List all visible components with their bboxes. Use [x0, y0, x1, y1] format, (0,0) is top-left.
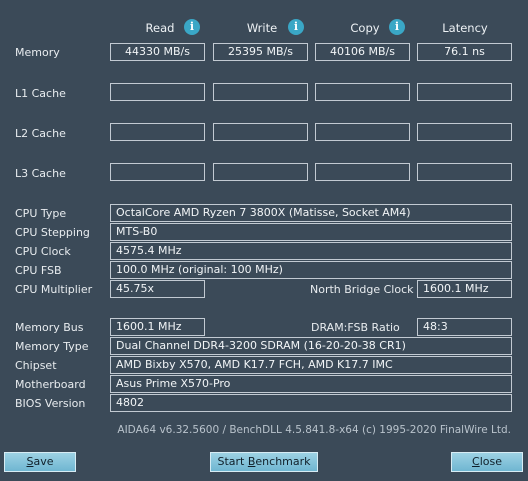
l2-latency-value	[417, 123, 512, 141]
start-label-pre: Start	[217, 455, 248, 468]
close-label-rest: lose	[479, 455, 502, 468]
memory-read-value: 44330 MB/s	[110, 43, 205, 61]
l1-read-value	[110, 83, 205, 101]
l3-write-value	[213, 163, 308, 181]
cpu-multiplier-value: 45.75x	[110, 280, 205, 298]
read-info-icon[interactable]: i	[184, 19, 200, 35]
close-accel: C	[472, 455, 480, 468]
l3-cache-label: L3 Cache	[15, 167, 66, 180]
cpu-type-label: CPU Type	[15, 207, 67, 220]
cpu-stepping-label: CPU Stepping	[15, 226, 90, 239]
l3-read-value	[110, 163, 205, 181]
save-button[interactable]: Save	[4, 452, 76, 472]
cpu-fsb-value: 100.0 MHz (original: 100 MHz)	[110, 261, 512, 279]
copy-header: Copy	[350, 21, 380, 35]
l2-cache-label: L2 Cache	[15, 127, 66, 140]
north-bridge-clock-value: 1600.1 MHz	[417, 280, 512, 298]
l1-cache-label: L1 Cache	[15, 87, 66, 100]
latency-header: Latency	[442, 21, 488, 35]
bios-version-value: 4802	[110, 394, 512, 412]
start-benchmark-button[interactable]: Start Benchmark	[210, 452, 318, 472]
l2-write-value	[213, 123, 308, 141]
close-button[interactable]: Close	[451, 452, 523, 472]
l1-write-value	[213, 83, 308, 101]
dram-fsb-ratio-value: 48:3	[417, 318, 512, 336]
cpu-clock-label: CPU Clock	[15, 245, 71, 258]
l3-copy-value	[315, 163, 410, 181]
l2-copy-value	[315, 123, 410, 141]
l3-latency-value	[417, 163, 512, 181]
memory-label: Memory	[15, 46, 60, 59]
chipset-label: Chipset	[15, 359, 57, 372]
save-label-rest: ave	[33, 455, 54, 468]
l1-copy-value	[315, 83, 410, 101]
memory-latency-value: 76.1 ns	[417, 43, 512, 61]
l1-latency-value	[417, 83, 512, 101]
motherboard-label: Motherboard	[15, 378, 86, 391]
cpu-stepping-value: MTS-B0	[110, 223, 512, 241]
memory-bus-value: 1600.1 MHz	[110, 318, 205, 336]
north-bridge-clock-label: North Bridge Clock	[310, 283, 414, 296]
memory-copy-value: 40106 MB/s	[315, 43, 410, 61]
chipset-value: AMD Bixby X570, AMD K17.7 FCH, AMD K17.7…	[110, 356, 512, 374]
start-label-post: enchmark	[255, 455, 311, 468]
memory-bus-label: Memory Bus	[15, 321, 84, 334]
write-info-icon[interactable]: i	[288, 19, 304, 35]
cpu-fsb-label: CPU FSB	[15, 264, 62, 277]
memory-type-value: Dual Channel DDR4-3200 SDRAM (16-20-20-3…	[110, 337, 512, 355]
l2-read-value	[110, 123, 205, 141]
read-header: Read	[145, 21, 175, 35]
dram-fsb-ratio-label: DRAM:FSB Ratio	[311, 321, 400, 334]
copy-info-icon[interactable]: i	[389, 19, 405, 35]
motherboard-value: Asus Prime X570-Pro	[110, 375, 512, 393]
bios-version-label: BIOS Version	[15, 397, 86, 410]
cpu-type-value: OctalCore AMD Ryzen 7 3800X (Matisse, So…	[110, 204, 512, 222]
write-header: Write	[246, 21, 278, 35]
cpu-multiplier-label: CPU Multiplier	[15, 283, 93, 296]
version-footer: AIDA64 v6.32.5600 / BenchDLL 4.5.841.8-x…	[117, 424, 511, 436]
cpu-clock-value: 4575.4 MHz	[110, 242, 512, 260]
memory-write-value: 25395 MB/s	[213, 43, 308, 61]
memory-type-label: Memory Type	[15, 340, 89, 353]
